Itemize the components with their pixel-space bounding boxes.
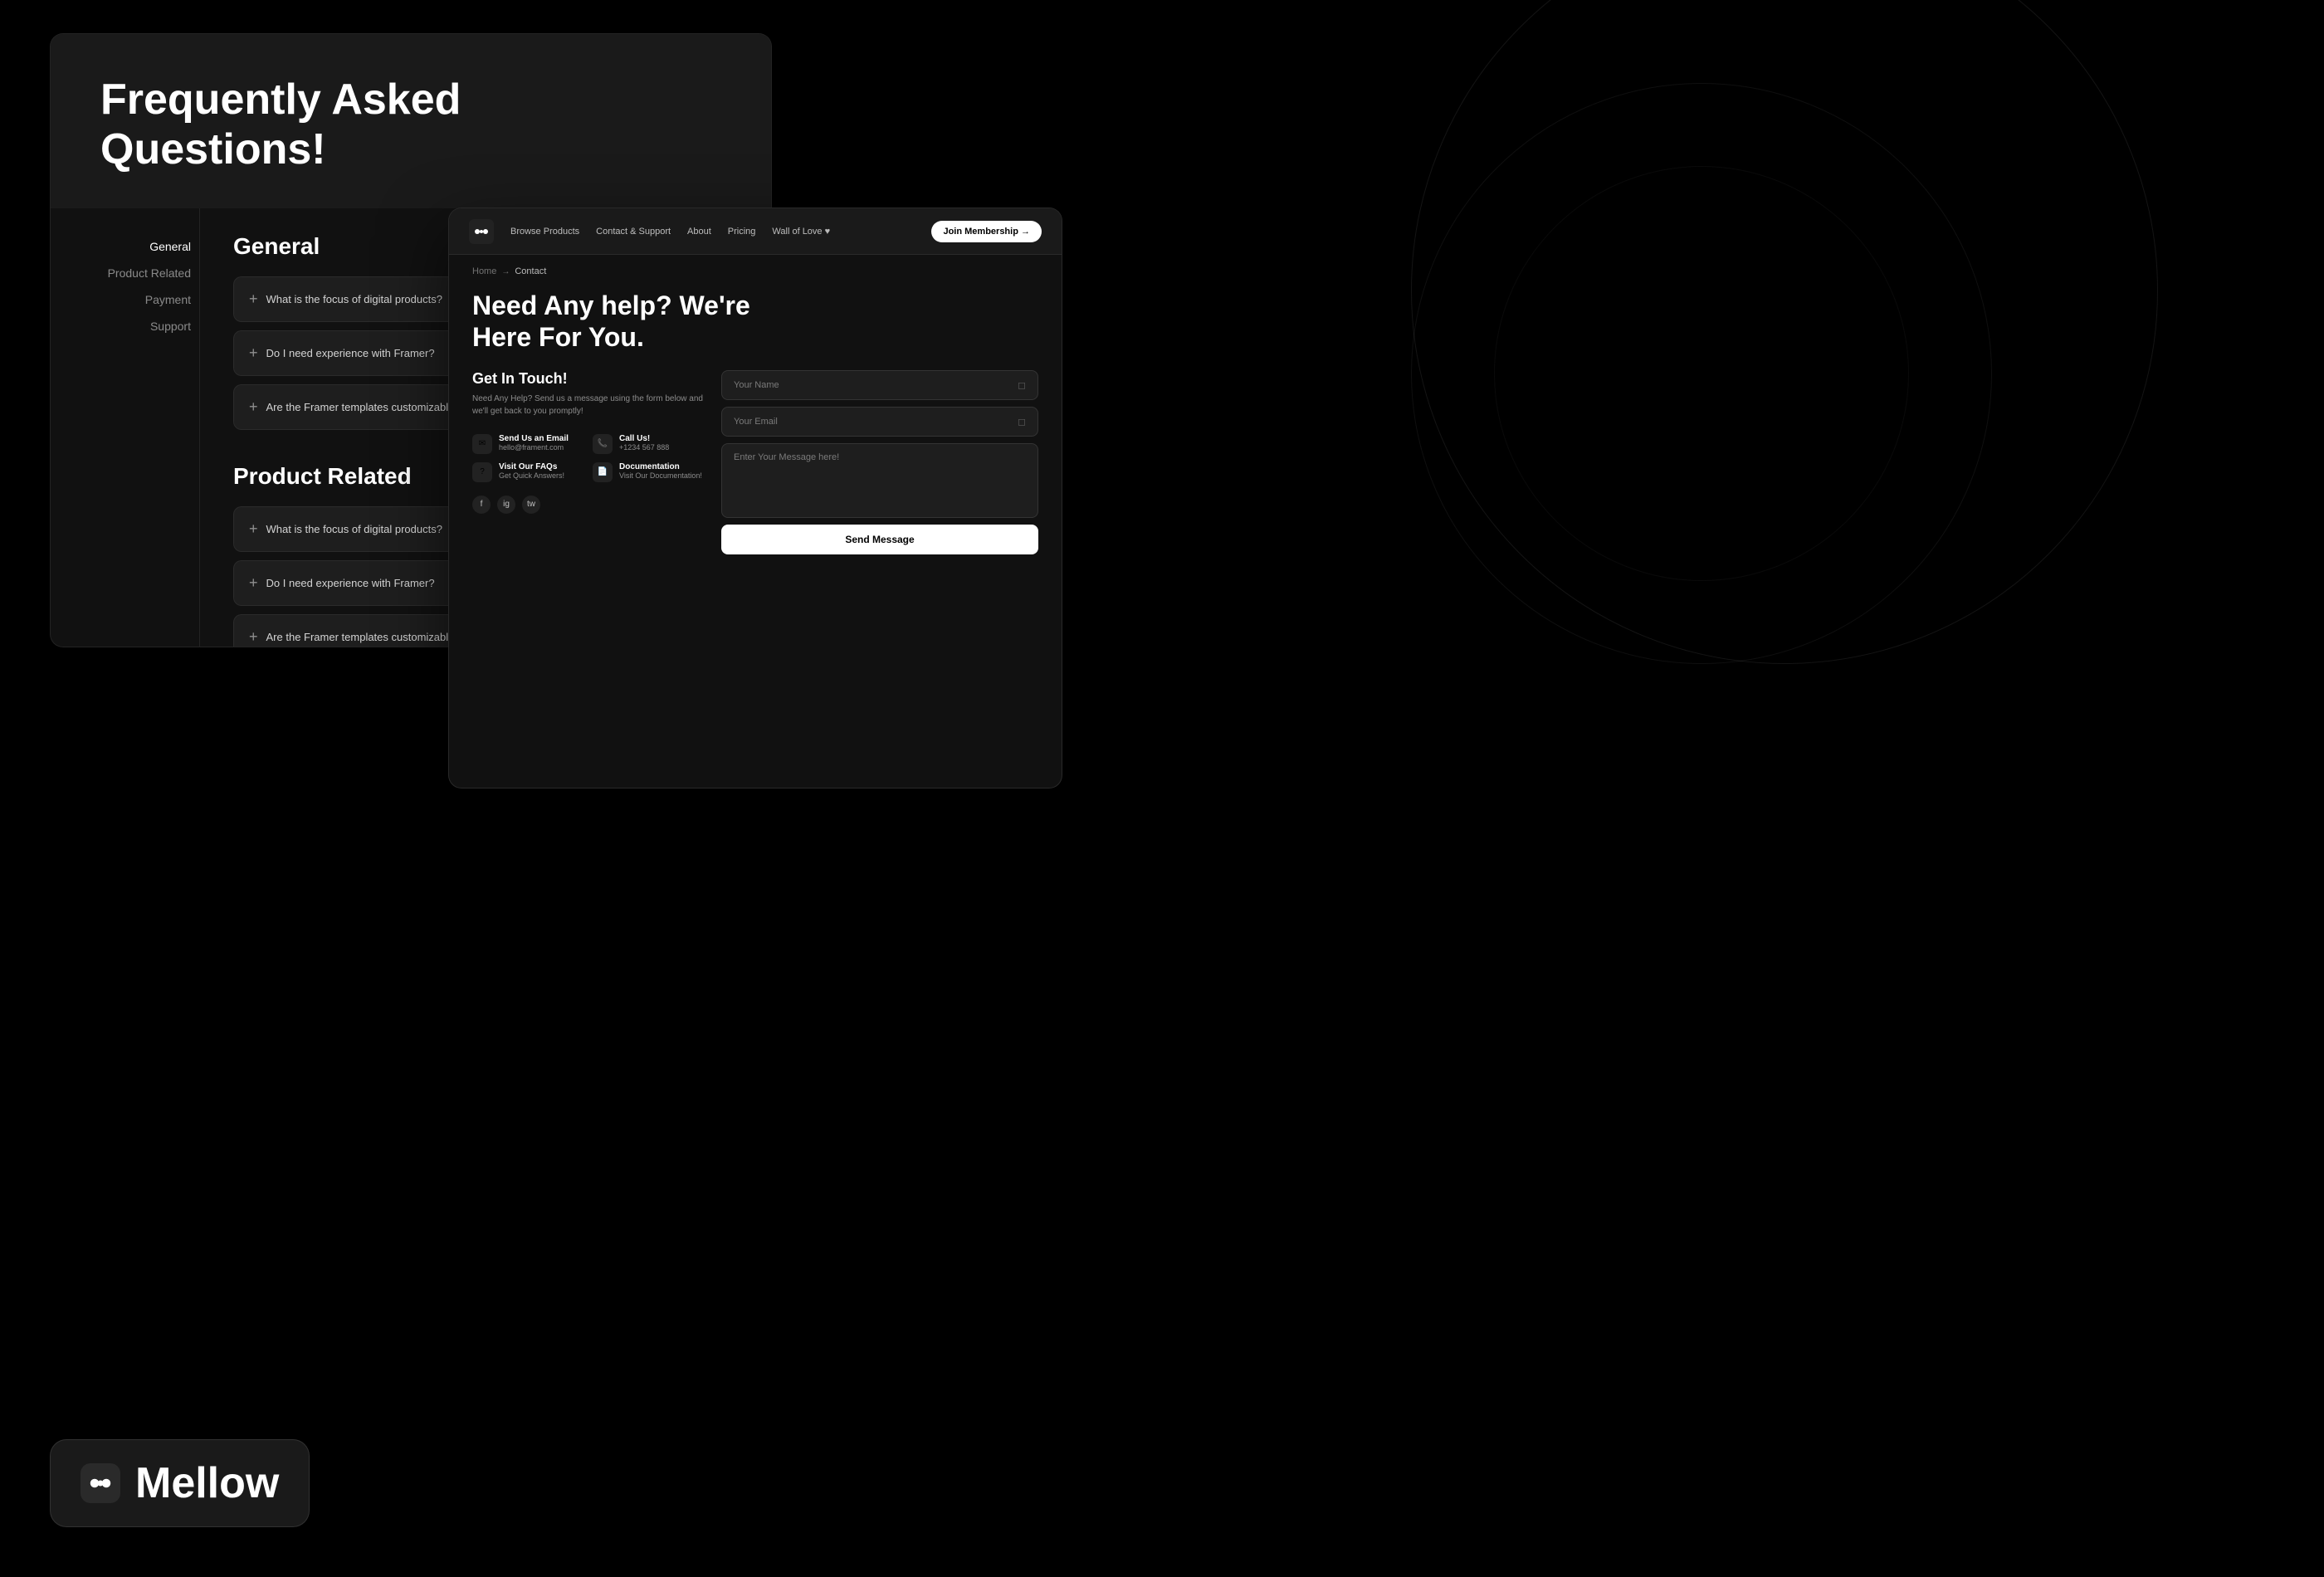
- mellow-badge-logo-icon: [89, 1472, 112, 1495]
- nav-about[interactable]: About: [687, 227, 711, 237]
- join-membership-button[interactable]: Join Membership →: [931, 221, 1042, 242]
- faq-item-text: What is the focus of digital products?: [266, 293, 442, 305]
- faq-plus-icon: +: [249, 290, 258, 308]
- nav-logo: [469, 219, 494, 244]
- contact-info-docs-text: Documentation Visit Our Documentation!: [619, 462, 705, 480]
- contact-info-faqs-text: Visit Our FAQs Get Quick Answers!: [499, 462, 584, 480]
- sidebar-item-support[interactable]: Support: [67, 313, 199, 339]
- nav-contact-support[interactable]: Contact & Support: [596, 227, 671, 237]
- message-field[interactable]: Enter Your Message here!: [721, 443, 1038, 518]
- sidebar-item-product-related[interactable]: Product Related: [67, 260, 199, 286]
- contact-info-phone: 📞 Call Us! +1234 567 888: [593, 434, 705, 454]
- faq-sidebar: General Product Related Payment Support: [51, 208, 200, 647]
- email-input-icon: ◻: [1018, 416, 1026, 427]
- faq-item-text: Do I need experience with Framer?: [266, 347, 435, 359]
- contact-hero: Need Any help? We're Here For You.: [449, 281, 1062, 370]
- faq-item[interactable]: + Do I need experience with Framer?: [233, 330, 481, 376]
- breadcrumb-home[interactable]: Home: [472, 266, 496, 276]
- faq-plus-icon: +: [249, 520, 258, 538]
- faq-item-text: Are the Framer templates customizable?: [266, 631, 461, 643]
- contact-description: Need Any Help? Send us a message using t…: [472, 393, 705, 417]
- email-value: hello@frament.com: [499, 443, 584, 452]
- name-input-icon: ◻: [1018, 379, 1026, 391]
- sidebar-item-general[interactable]: General: [67, 233, 199, 260]
- logo-icon: [474, 224, 489, 239]
- contact-info-email: ✉ Send Us an Email hello@frament.com: [472, 434, 584, 454]
- faqs-value: Get Quick Answers!: [499, 471, 584, 480]
- faq-item-text: Are the Framer templates customizable?: [266, 401, 461, 413]
- contact-info-phone-text: Call Us! +1234 567 888: [619, 434, 705, 452]
- contact-info-docs: 📄 Documentation Visit Our Documentation!: [593, 462, 705, 482]
- instagram-icon[interactable]: ig: [497, 496, 515, 514]
- mellow-badge-logo: [81, 1463, 120, 1503]
- faq-item[interactable]: + What is the focus of digital products?: [233, 276, 481, 322]
- contact-form: Your Name ◻ Your Email ◻ Enter Your Mess…: [721, 370, 1038, 784]
- faqs-icon: ?: [472, 462, 492, 482]
- email-label: Send Us an Email: [499, 434, 584, 443]
- docs-icon: 📄: [593, 462, 613, 482]
- faq-plus-icon: +: [249, 398, 258, 416]
- mellow-badge-text: Mellow: [135, 1458, 279, 1508]
- phone-icon: 📞: [593, 434, 613, 454]
- email-placeholder: Your Email: [734, 417, 778, 427]
- contact-info-faqs: ? Visit Our FAQs Get Quick Answers!: [472, 462, 584, 482]
- faqs-label: Visit Our FAQs: [499, 462, 584, 471]
- nav-pricing[interactable]: Pricing: [728, 227, 756, 237]
- sidebar-item-payment[interactable]: Payment: [67, 286, 199, 313]
- faq-item[interactable]: + Are the Framer templates customizable?: [233, 384, 481, 430]
- facebook-icon[interactable]: f: [472, 496, 491, 514]
- get-in-touch-title: Get In Touch!: [472, 370, 705, 388]
- docs-label: Documentation: [619, 462, 705, 471]
- name-placeholder: Your Name: [734, 380, 779, 390]
- breadcrumb-current: Contact: [515, 266, 546, 276]
- faq-header: Frequently AskedQuestions!: [51, 34, 771, 208]
- mellow-badge: Mellow: [50, 1439, 310, 1527]
- nav-wall-of-love[interactable]: Wall of Love ♥: [772, 227, 830, 237]
- contact-left: Get In Touch! Need Any Help? Send us a m…: [472, 370, 705, 784]
- contact-body: Get In Touch! Need Any Help? Send us a m…: [449, 370, 1062, 788]
- contact-info-grid: ✉ Send Us an Email hello@frament.com 📞 C…: [472, 434, 705, 482]
- twitter-icon[interactable]: tw: [522, 496, 540, 514]
- faq-plus-icon: +: [249, 628, 258, 646]
- faq-item-text: What is the focus of digital products?: [266, 523, 442, 535]
- message-placeholder: Enter Your Message here!: [734, 452, 839, 462]
- contact-social: f ig tw: [472, 496, 705, 514]
- email-icon: ✉: [472, 434, 492, 454]
- email-field[interactable]: Your Email ◻: [721, 407, 1038, 437]
- name-field[interactable]: Your Name ◻: [721, 370, 1038, 400]
- faq-plus-icon: +: [249, 344, 258, 362]
- contact-hero-title: Need Any help? We're Here For You.: [472, 290, 1038, 354]
- docs-value: Visit Our Documentation!: [619, 471, 705, 480]
- faq-item-text: Do I need experience with Framer?: [266, 577, 435, 589]
- phone-label: Call Us!: [619, 434, 705, 443]
- breadcrumb: Home → Contact: [449, 255, 1062, 281]
- contact-window: Browse Products Contact & Support About …: [448, 208, 1062, 788]
- send-message-button[interactable]: Send Message: [721, 525, 1038, 554]
- breadcrumb-arrow: →: [501, 267, 510, 276]
- nav-browse-products[interactable]: Browse Products: [510, 227, 579, 237]
- faq-plus-icon: +: [249, 574, 258, 592]
- contact-nav: Browse Products Contact & Support About …: [449, 208, 1062, 255]
- faq-title: Frequently AskedQuestions!: [100, 76, 721, 175]
- phone-value: +1234 567 888: [619, 443, 705, 452]
- nav-links: Browse Products Contact & Support About …: [510, 227, 931, 237]
- contact-info-email-text: Send Us an Email hello@frament.com: [499, 434, 584, 452]
